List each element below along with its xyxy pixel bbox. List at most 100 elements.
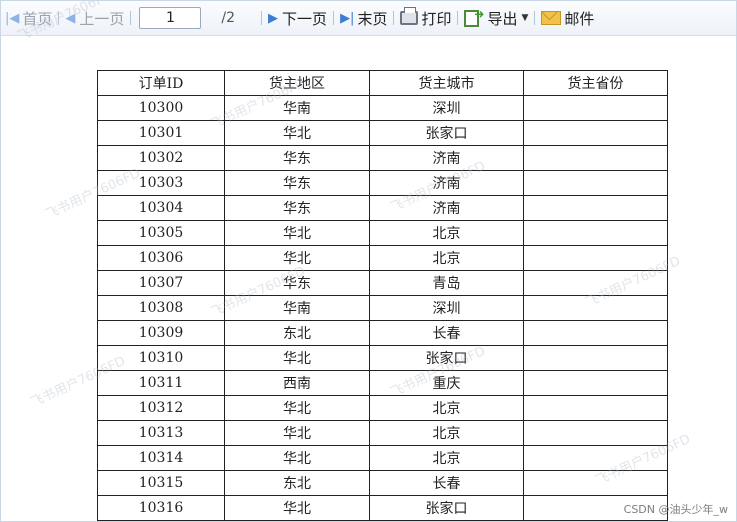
export-button[interactable]: 导出 ▼ [464,1,528,35]
cell-city: 张家口 [369,495,524,521]
export-label: 导出 [487,9,518,28]
cell-order-id: 10308 [97,295,225,321]
table-row: 10307 华东 青岛 [97,270,668,296]
mail-icon [541,11,562,25]
cell-city: 张家口 [369,345,524,371]
cell-order-id: 10314 [97,445,225,471]
cell-city: 重庆 [369,370,524,396]
cell-province [523,295,668,321]
table-row: 10312 华北 北京 [97,395,668,421]
cell-province [523,95,668,121]
cell-city: 北京 [369,245,524,271]
toolbar-divider [457,11,459,25]
table-row: 10310 华北 张家口 [97,345,668,371]
table-row: 10316 华北 张家口 [97,495,668,521]
cell-order-id: 10300 [97,95,225,121]
table-row: 10308 华南 深圳 [97,295,668,321]
column-header-city: 货主城市 [369,70,524,96]
prev-page-button[interactable]: ◀ 上一页 [65,1,124,35]
cell-order-id: 10316 [97,495,225,521]
cell-region: 华北 [224,420,370,446]
cell-city: 北京 [369,395,524,421]
cell-region: 华北 [224,345,370,371]
cell-province [523,370,668,396]
page-number-input[interactable] [139,7,202,29]
last-page-icon: ▶| [340,10,355,26]
cell-order-id: 10310 [97,345,225,371]
table-row: 10300 华南 深圳 [97,95,668,121]
mail-label: 邮件 [564,9,595,28]
cell-region: 华东 [224,145,370,171]
cell-city: 长春 [369,320,524,346]
cell-province [523,195,668,221]
cell-order-id: 10302 [97,145,225,171]
last-page-button[interactable]: ▶| 末页 [340,1,387,35]
cell-order-id: 10301 [97,120,225,146]
mail-button[interactable]: 邮件 [541,1,594,35]
cell-region: 华北 [224,120,370,146]
toolbar-divider [261,11,263,25]
table-row: 10313 华北 北京 [97,420,668,446]
page-total: /2 [221,10,236,26]
table-row: 10306 华北 北京 [97,245,668,271]
prev-page-icon: ◀ [65,10,76,26]
cell-order-id: 10312 [97,395,225,421]
cell-region: 华南 [224,95,370,121]
cell-region: 华北 [224,395,370,421]
cell-city: 济南 [369,195,524,221]
cell-region: 东北 [224,470,370,496]
cell-order-id: 10307 [97,270,225,296]
cell-province [523,270,668,296]
cell-city: 长春 [369,470,524,496]
cell-order-id: 10306 [97,245,225,271]
report-viewer: |◀ 首页 ◀ 上一页 /2 ▶ 下一页 ▶| 末页 打印 [0,0,737,522]
cell-province [523,395,668,421]
report-table: 订单ID 货主地区 货主城市 货主省份 10300 华南 深圳 10301 华北 张家口… [97,70,668,521]
first-page-button[interactable]: |◀ 首页 [5,1,52,35]
cell-order-id: 10303 [97,170,225,196]
table-row: 10315 东北 长春 [97,470,668,496]
next-page-label: 下一页 [282,9,328,28]
cell-city: 北京 [369,220,524,246]
next-page-button[interactable]: ▶ 下一页 [268,1,327,35]
prev-page-label: 上一页 [79,9,125,28]
table-row: 10304 华东 济南 [97,195,668,221]
cell-region: 华北 [224,245,370,271]
credit-watermark: CSDN @油头少年_w [623,503,728,516]
cell-city: 北京 [369,445,524,471]
printer-icon [400,7,419,25]
table-row: 10314 华北 北京 [97,445,668,471]
cell-order-id: 10315 [97,470,225,496]
toolbar-divider [333,11,335,25]
cell-region: 华东 [224,170,370,196]
table-row: 10303 华东 济南 [97,170,668,196]
cell-province [523,245,668,271]
toolbar-divider [58,11,60,25]
cell-order-id: 10313 [97,420,225,446]
toolbar-divider [130,11,132,25]
print-button[interactable]: 打印 [400,1,451,35]
cell-province [523,320,668,346]
cell-region: 华南 [224,295,370,321]
column-header-province: 货主省份 [523,70,668,96]
chevron-down-icon: ▼ [521,13,529,23]
cell-order-id: 10309 [97,320,225,346]
cell-order-id: 10311 [97,370,225,396]
cell-province [523,220,668,246]
cell-order-id: 10304 [97,195,225,221]
cell-province [523,120,668,146]
cell-region: 华东 [224,195,370,221]
cell-region: 西南 [224,370,370,396]
column-header-order-id: 订单ID [97,70,225,96]
table-row: 10309 东北 长春 [97,320,668,346]
cell-province [523,420,668,446]
export-icon [464,7,484,27]
cell-region: 华东 [224,270,370,296]
cell-province [523,170,668,196]
next-page-icon: ▶ [268,10,279,26]
first-page-label: 首页 [22,9,53,28]
cell-city: 济南 [369,170,524,196]
cell-region: 东北 [224,320,370,346]
table-row: 10302 华东 济南 [97,145,668,171]
cell-city: 张家口 [369,120,524,146]
